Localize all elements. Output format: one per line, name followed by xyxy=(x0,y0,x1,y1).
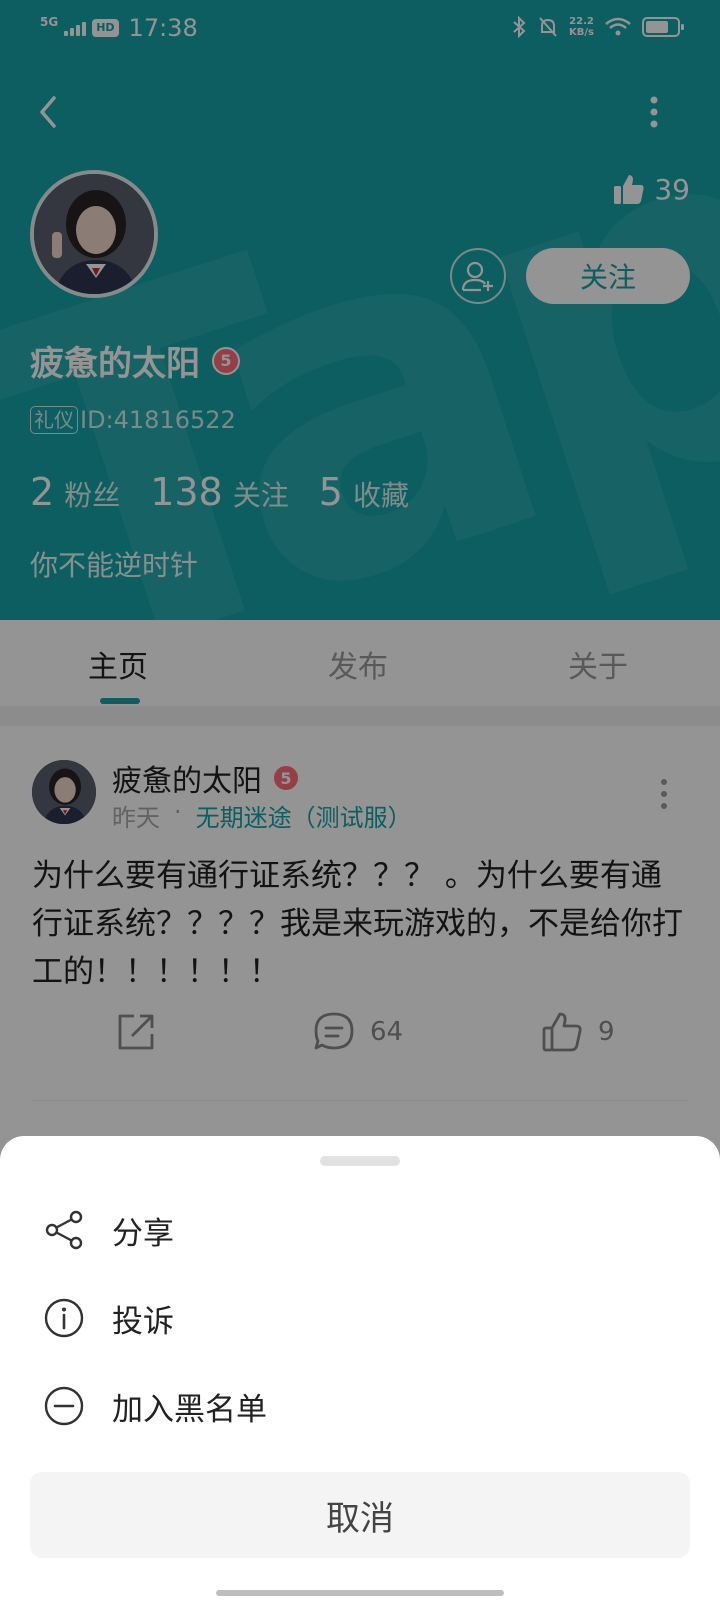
share-icon xyxy=(45,1210,83,1250)
sheet-item-share-label: 分享 xyxy=(112,1215,174,1252)
sheet-item-blacklist-label: 加入黑名单 xyxy=(112,1391,267,1428)
info-icon xyxy=(44,1298,84,1338)
sheet-item-share[interactable]: 分享 xyxy=(0,1186,720,1274)
sheet-item-report-label: 投诉 xyxy=(112,1303,174,1340)
action-sheet: 分享 投诉 加入黑名单 取消 xyxy=(0,1136,720,1600)
sheet-item-blacklist[interactable]: 加入黑名单 xyxy=(0,1362,720,1450)
cancel-button[interactable]: 取消 xyxy=(30,1472,690,1558)
home-indicator[interactable] xyxy=(216,1590,504,1596)
sheet-item-report[interactable]: 投诉 xyxy=(0,1274,720,1362)
minus-circle-icon xyxy=(44,1386,84,1426)
drag-handle[interactable] xyxy=(320,1156,400,1166)
